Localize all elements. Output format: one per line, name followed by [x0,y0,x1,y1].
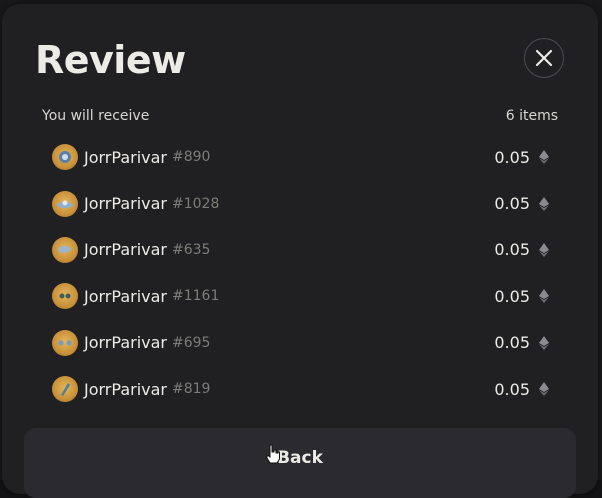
item-number: #635 [172,241,211,258]
item-name: JorrParivar [84,240,167,260]
item-price: 0.05 [494,194,530,214]
back-button[interactable]: Back [24,428,576,498]
receive-summary: You will receive 6 items [42,108,558,124]
item-number: #890 [172,149,211,166]
nft-avatar [52,144,78,171]
item-price: 0.05 [494,333,530,353]
nft-avatar [52,329,78,356]
item-number: #1161 [172,288,220,305]
list-item: JorrParivar #819 0.05 [50,366,550,412]
hand-cursor-icon [265,444,280,464]
item-name: JorrParivar [84,147,167,167]
item-number: #819 [172,381,211,398]
list-item: JorrParivar #1028 0.05 [50,180,550,226]
item-price: 0.05 [494,379,530,399]
item-name: JorrParivar [84,194,167,214]
item-name: JorrParivar [84,333,167,353]
modal-title: Review [35,38,186,82]
nft-avatar [52,283,78,310]
close-button[interactable] [524,38,564,78]
list-item: JorrParivar #695 0.05 [50,320,550,366]
item-name: JorrParivar [84,379,167,399]
back-button-label: Back [277,448,323,468]
close-icon [535,49,553,67]
eth-icon [539,335,549,350]
item-number: #695 [172,334,211,351]
item-list: JorrParivar #890 0.05 JorrParivar #1028 … [50,134,550,412]
list-item: JorrParivar #635 0.05 [50,227,550,273]
eth-icon [539,196,549,211]
review-modal: Review You will receive 6 items JorrPari… [2,4,598,498]
eth-icon [539,289,549,304]
item-number: #1028 [172,195,220,212]
item-name: JorrParivar [84,286,167,306]
item-count: 6 items [505,108,558,124]
eth-icon [539,150,549,165]
eth-icon [539,242,549,257]
eth-icon [539,382,549,397]
list-item: JorrParivar #1161 0.05 [50,273,550,319]
nft-avatar [52,190,78,217]
receive-label: You will receive [42,108,150,124]
nft-avatar [52,376,78,403]
list-item: JorrParivar #890 0.05 [50,134,550,180]
item-price: 0.05 [494,240,530,260]
item-price: 0.05 [494,286,530,306]
item-price: 0.05 [494,147,530,167]
nft-avatar [52,236,78,263]
